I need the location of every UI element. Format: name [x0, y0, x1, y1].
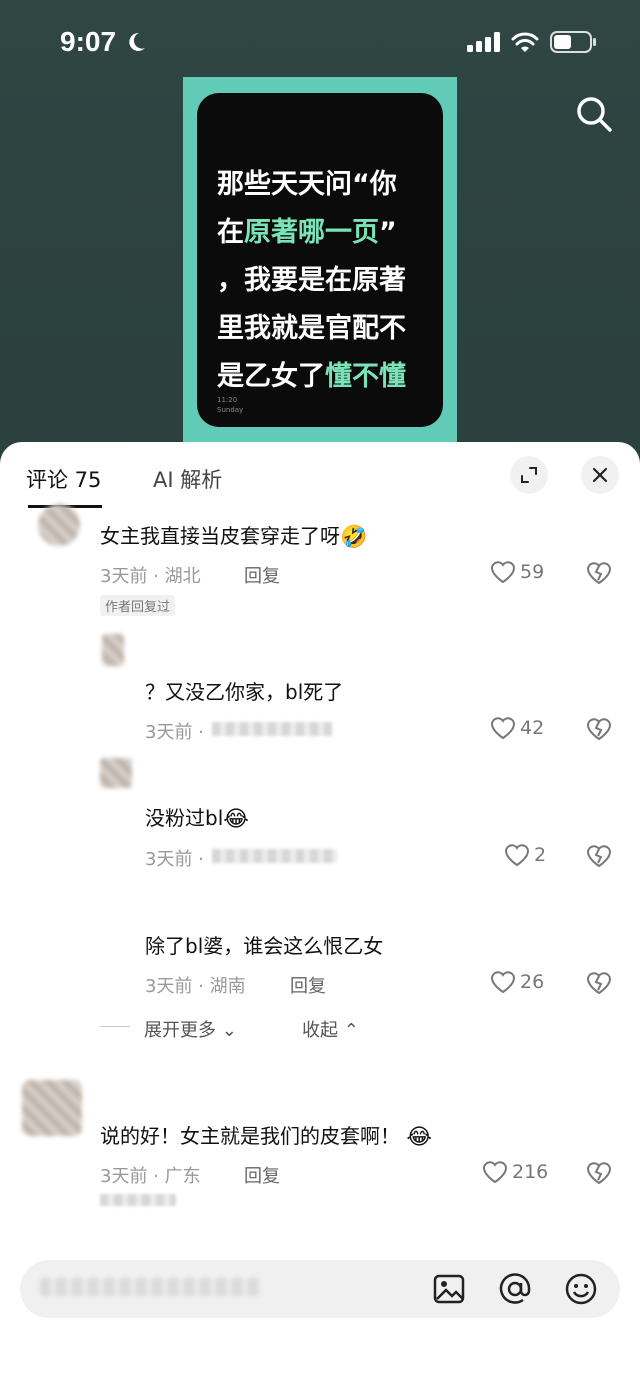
dislike-icon[interactable]: [586, 1160, 612, 1186]
like-count: 42: [520, 717, 545, 739]
comment-meta: 3天前 · 湖南: [145, 976, 246, 997]
tab-comments[interactable]: 评论 75: [26, 464, 101, 494]
comment-body: 女主我直接当皮套穿走了呀: [100, 524, 340, 548]
caption-fragment: ”: [379, 217, 397, 248]
caption-fragment: 在: [217, 217, 244, 248]
caption-line: 是乙女了懂不懂: [217, 353, 432, 401]
video-preview[interactable]: 那些天天问“你 在原著哪一页” ，我要是在原著 里我就是官配不 是乙女了懂不懂 …: [183, 77, 457, 447]
comment-input[interactable]: [20, 1260, 620, 1318]
divider: [100, 1026, 130, 1027]
chevron-down-icon: ⌄: [221, 1020, 237, 1041]
expand-more-label: 展开更多: [144, 1020, 216, 1041]
expand-icon: [521, 467, 537, 483]
chevron-up-icon: ⌃: [343, 1020, 359, 1041]
reply-button[interactable]: 回复: [290, 972, 326, 998]
like-button[interactable]: 216: [482, 1160, 548, 1184]
tab-ai-analysis[interactable]: AI 解析: [153, 464, 222, 494]
emoji: 😂: [223, 807, 249, 832]
comment-text: 没粉过bl😂: [145, 802, 249, 832]
search-icon[interactable]: [574, 94, 614, 134]
avatar[interactable]: [22, 1080, 82, 1136]
dislike-icon[interactable]: [586, 716, 612, 742]
comment-meta: 3天前 ·: [145, 722, 204, 743]
comment-text: 除了bl婆，谁会这么恨乙女: [145, 934, 384, 958]
status-time: 9:07: [60, 26, 117, 57]
close-button[interactable]: [581, 456, 619, 494]
caption-line: 在原著哪一页”: [217, 209, 432, 257]
like-button[interactable]: 2: [504, 843, 546, 867]
caption-highlight: 懂不懂: [325, 361, 406, 392]
caption-line: 那些天天问“你: [217, 169, 397, 200]
like-count: 2: [534, 844, 547, 866]
wifi-icon: [511, 32, 539, 52]
phone-screen: 那些天天问“你 在原著哪一页” ，我要是在原著 里我就是官配不 是乙女了懂不懂 …: [197, 93, 443, 427]
dislike-icon[interactable]: [586, 970, 612, 996]
status-bar: 9:07: [0, 0, 640, 80]
comments-sheet: 评论 75 AI 解析 女主我直接当皮套穿走了呀🤣 3天前 · 湖北 回复 59…: [0, 442, 640, 1385]
image-icon[interactable]: [432, 1272, 466, 1306]
expand-button[interactable]: [510, 456, 548, 494]
at-mention-icon[interactable]: [498, 1272, 532, 1306]
blurred-badge: [100, 1194, 176, 1206]
emoji-icon[interactable]: [564, 1272, 598, 1306]
comment-text: 女主我直接当皮套穿走了呀🤣: [100, 520, 367, 550]
expand-more-button[interactable]: 展开更多 ⌄: [144, 1016, 237, 1042]
comment-body: 没粉过bl: [145, 806, 224, 830]
heart-icon: [504, 844, 530, 867]
like-button[interactable]: 59: [490, 560, 544, 584]
author-replied-badge: 作者回复过: [100, 595, 176, 616]
close-icon: [592, 467, 608, 483]
input-placeholder: [40, 1278, 260, 1296]
battery-icon: [550, 31, 596, 53]
comment-meta: 3天前 · 广东: [100, 1166, 201, 1187]
collapse-button[interactable]: 收起 ⌃: [302, 1016, 359, 1042]
like-button[interactable]: 26: [490, 970, 544, 994]
moon-icon: [129, 32, 145, 51]
blurred-location: [212, 722, 332, 736]
phone-clock-time: 11:20: [217, 396, 238, 404]
avatar[interactable]: [102, 634, 124, 666]
phone-clock-day: Sunday: [217, 406, 244, 414]
heart-icon: [490, 561, 516, 584]
collapse-label: 收起: [302, 1020, 338, 1041]
comment-text: 说的好！女主就是我们的皮套啊！ 😂: [100, 1120, 432, 1150]
reply-button[interactable]: 回复: [244, 1162, 280, 1188]
heart-icon: [490, 717, 516, 740]
like-button[interactable]: 42: [490, 716, 544, 740]
dislike-icon[interactable]: [586, 843, 612, 869]
emoji: 😂: [406, 1125, 433, 1150]
video-caption: 那些天天问“你 在原著哪一页” ，我要是在原著 里我就是官配不 是乙女了懂不懂: [217, 161, 432, 401]
signal-icon: [467, 32, 500, 52]
avatar[interactable]: [100, 758, 132, 788]
heart-icon: [482, 1161, 508, 1184]
sheet-tabs: 评论 75 AI 解析: [0, 442, 640, 508]
emoji: 🤣: [340, 525, 368, 550]
blurred-location: [212, 849, 337, 863]
dislike-icon[interactable]: [586, 560, 612, 586]
comment-meta: 3天前 · 湖北: [100, 566, 201, 587]
reply-button[interactable]: 回复: [244, 562, 280, 588]
like-count: 59: [520, 561, 545, 583]
phone-clock: 11:20 Sunday: [217, 395, 243, 415]
like-count: 216: [512, 1161, 549, 1183]
comment-text: ？又没乙你家，bl死了: [145, 680, 344, 704]
caption-fragment: 是乙女了: [217, 361, 325, 392]
caption-line: ，我要是在原著: [217, 265, 406, 296]
comment-meta: 3天前 ·: [145, 849, 204, 870]
avatar[interactable]: [38, 504, 80, 546]
caption-highlight: 原著哪一页: [244, 217, 379, 248]
caption-line: 里我就是官配不: [217, 313, 406, 344]
like-count: 26: [520, 971, 545, 993]
comment-body: 说的好！女主就是我们的皮套啊！: [100, 1124, 400, 1148]
heart-icon: [490, 971, 516, 994]
